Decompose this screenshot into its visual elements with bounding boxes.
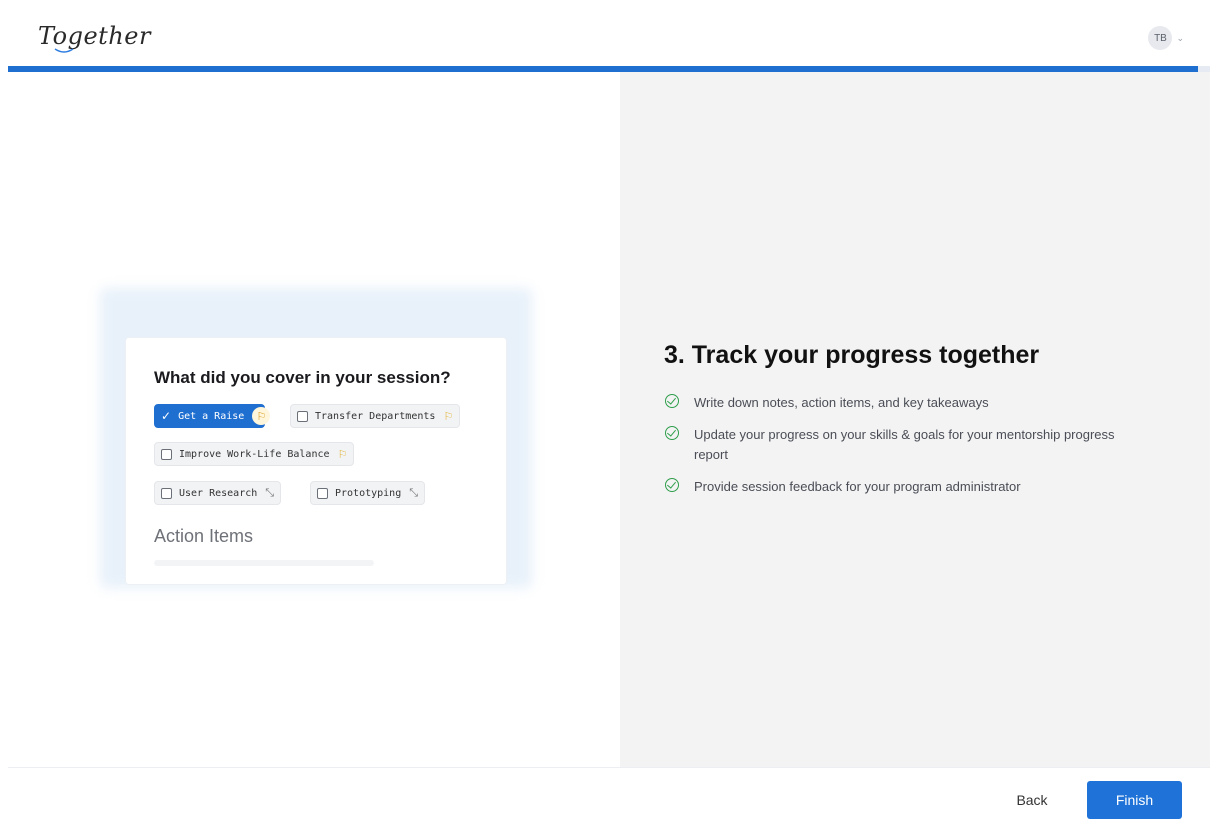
check-icon: ✓ xyxy=(161,409,172,423)
action-items-heading: Action Items xyxy=(154,526,254,546)
checkbox-icon xyxy=(161,448,172,460)
flag-icon: ⚐ xyxy=(443,409,454,423)
preview-card-title: What did you cover in your session? xyxy=(154,368,451,387)
placeholder-line xyxy=(154,560,374,566)
expand-icon: ⤡ xyxy=(265,486,275,499)
check-circle-icon xyxy=(665,426,679,440)
flag-icon: ⚐ xyxy=(252,407,271,425)
checkbox-icon xyxy=(297,410,308,422)
chip-label: Transfer Departments xyxy=(315,410,436,422)
top-header: Together TB ⌄ xyxy=(8,8,1210,67)
list-item: Update your progress on your skills & go… xyxy=(665,425,1135,465)
checkbox-icon xyxy=(317,487,328,499)
chip-label: User Research xyxy=(179,487,258,499)
check-circle-icon xyxy=(665,394,679,408)
list-item: Write down notes, action items, and key … xyxy=(665,393,1135,413)
topic-chip-get-a-raise: ✓ Get a Raise ⚐ xyxy=(154,404,271,428)
flag-icon: ⚐ xyxy=(337,447,348,461)
topic-chip-improve-work-life-balance: Improve Work-Life Balance ⚐ xyxy=(154,442,355,466)
back-button[interactable]: Back xyxy=(1000,780,1064,820)
chevron-down-icon[interactable]: ⌄ xyxy=(1176,33,1184,44)
chip-label: Improve Work-Life Balance xyxy=(179,448,330,460)
chip-label: Prototyping xyxy=(335,487,402,499)
bullet-text: Provide session feedback for your progra… xyxy=(694,479,1021,494)
step-title: 3. Track your progress together xyxy=(664,341,1040,369)
chip-label: Get a Raise xyxy=(178,410,245,422)
finish-button[interactable]: Finish xyxy=(1087,781,1182,819)
session-preview-card: What did you cover in your session? ✓ Ge… xyxy=(126,338,506,584)
bullet-text: Write down notes, action items, and key … xyxy=(694,395,989,410)
topic-chip-user-research: User Research ⤡ xyxy=(154,481,282,505)
bullet-text: Update your progress on your skills & go… xyxy=(694,427,1115,462)
check-circle-icon xyxy=(665,478,679,492)
topic-chip-transfer-departments: Transfer Departments ⚐ xyxy=(290,404,461,428)
avatar[interactable]: TB xyxy=(1148,26,1173,50)
account-menu[interactable]: TB ⌄ xyxy=(1148,26,1184,50)
topic-chip-prototyping: Prototyping ⤡ xyxy=(310,481,426,505)
checkbox-icon xyxy=(161,487,172,499)
logo-swoosh-icon xyxy=(54,48,74,53)
list-item: Provide session feedback for your progra… xyxy=(665,477,1135,497)
together-logo[interactable]: Together xyxy=(38,22,151,50)
step-bullet-list: Write down notes, action items, and key … xyxy=(665,393,1135,509)
expand-icon: ⤡ xyxy=(409,486,419,499)
